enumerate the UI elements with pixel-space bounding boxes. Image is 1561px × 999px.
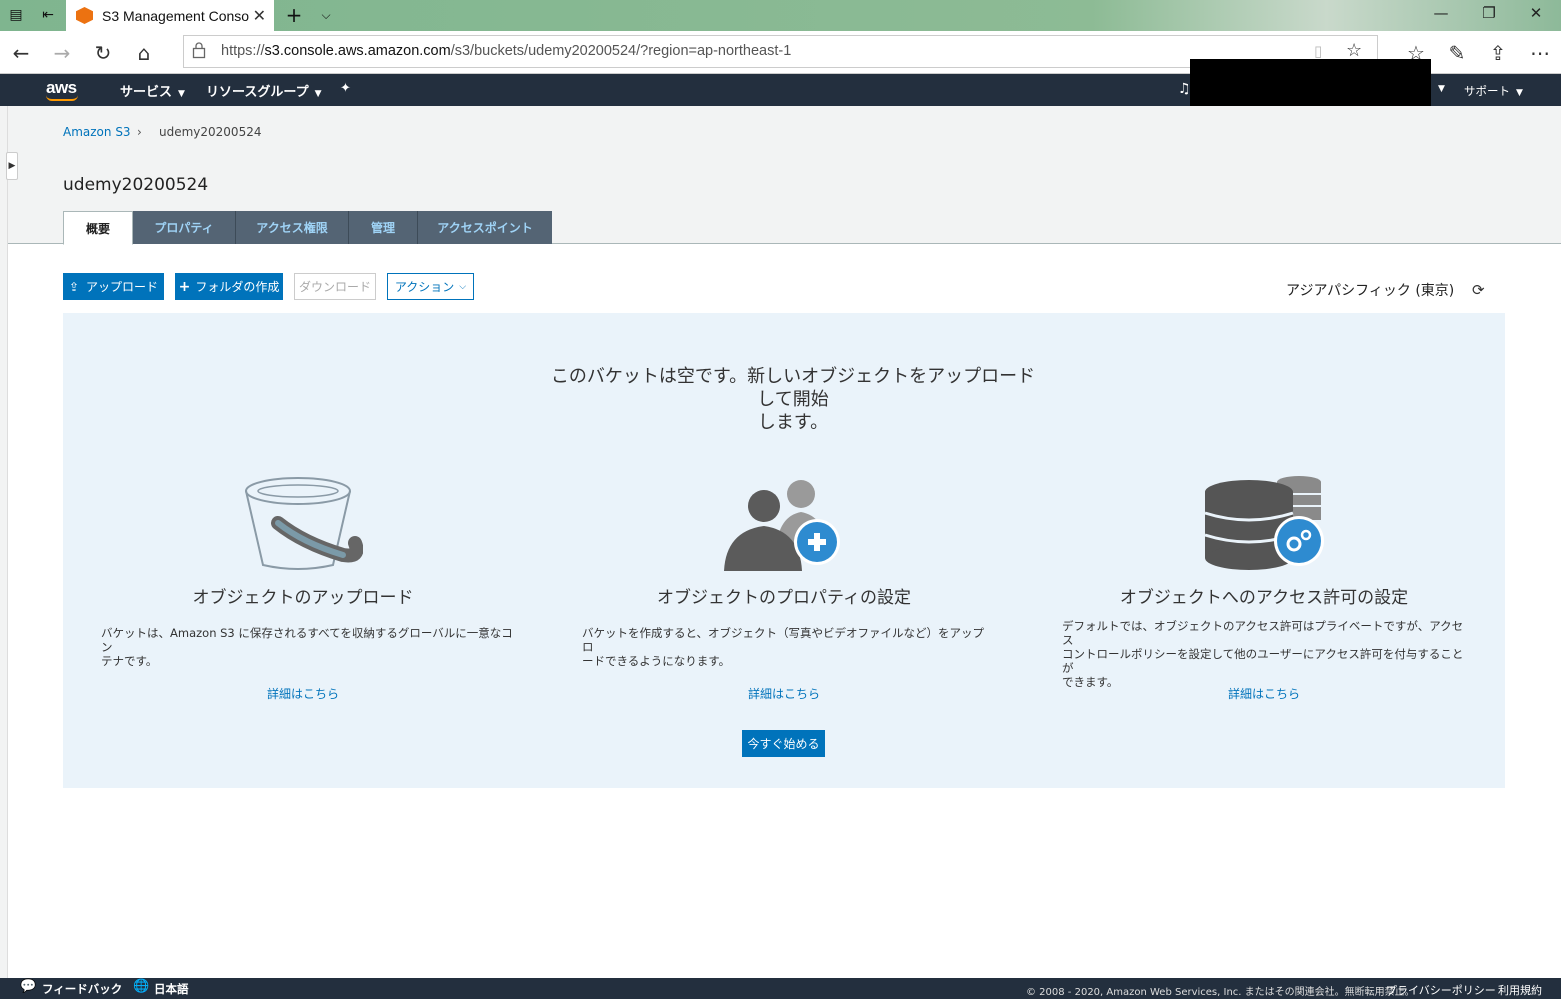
lock-icon	[192, 42, 206, 59]
resource-groups-menu[interactable]: リソースグループ ▼	[206, 81, 322, 100]
tab-list-chevron-icon[interactable]: ⌵	[315, 5, 337, 25]
breadcrumb-chevron-icon: ›	[137, 125, 142, 139]
new-tab-icon[interactable]: +	[283, 3, 305, 27]
desc-line: バケットは、Amazon S3 に保存されるすべてを収納するグローバルに一意なコ…	[101, 626, 513, 654]
account-chevron-icon[interactable]: ▼	[1438, 84, 1445, 94]
desc-line: ードできるようになります。	[582, 654, 731, 668]
copyright-text: © 2008 - 2020, Amazon Web Services, Inc.…	[1026, 987, 1415, 998]
url-text: https://s3.console.aws.amazon.com/s3/buc…	[221, 43, 791, 59]
download-button[interactable]: ダウンロード	[294, 273, 376, 300]
chevron-down-icon: ▼	[178, 89, 185, 99]
card-permissions-title: オブジェクトへのアクセス許可の設定	[1119, 588, 1409, 608]
browser-tab-title: S3 Management Conso	[102, 7, 250, 24]
url-scheme: https://	[221, 43, 265, 59]
left-rail	[0, 106, 8, 978]
back-icon[interactable]: ←	[8, 40, 34, 66]
desc-line: コントロールポリシーを設定して他のユーザーにアクセス許可を付与することが	[1062, 647, 1464, 675]
restore-icon[interactable]: ❐	[1474, 4, 1504, 26]
card-permissions-desc: デフォルトでは、オブジェクトのアクセス許可はプライベートですが、アクセス コント…	[1062, 619, 1474, 689]
headline-line-1: このバケットは空です。新しいオブジェクトをアップロードして開始	[550, 366, 1036, 410]
card-upload-desc: バケットは、Amazon S3 に保存されるすべてを収納するグローバルに一意なコ…	[101, 626, 513, 668]
home-icon[interactable]: ⌂	[131, 40, 157, 66]
bucket-upload-icon	[245, 477, 363, 570]
chevron-down-icon: ▼	[1516, 88, 1523, 98]
actions-label: アクション	[394, 280, 455, 294]
create-folder-button[interactable]: + フォルダの作成	[175, 273, 283, 300]
privacy-policy-link[interactable]: プライバシーポリシー	[1386, 982, 1496, 998]
aws-smile-icon	[46, 95, 78, 101]
support-label: サポート	[1464, 84, 1510, 98]
favorite-star-icon[interactable]: ☆	[1346, 40, 1362, 61]
get-started-button[interactable]: 今すぐ始める	[742, 730, 825, 757]
database-settings-icon	[1204, 476, 1324, 570]
empty-bucket-headline: このバケットは空です。新しいオブジェクトをアップロードして開始 します。	[543, 365, 1043, 434]
services-menu[interactable]: サービス ▼	[120, 81, 185, 100]
console-footer: 💬 フィードバック 🌐 日本語 © 2008 - 2020, Amazon We…	[0, 978, 1561, 999]
chevron-down-icon: ⌵	[459, 281, 467, 292]
tab-actions-icon[interactable]: ▤	[5, 5, 27, 25]
tab-access-points[interactable]: アクセスポイント	[418, 211, 552, 244]
breadcrumb-amazon-s3[interactable]: Amazon S3	[63, 125, 131, 139]
aws-favicon-icon	[76, 7, 93, 24]
tab-overview[interactable]: 概要	[63, 211, 133, 245]
desc-line: テナです。	[101, 654, 158, 668]
support-menu[interactable]: サポート ▼	[1464, 83, 1523, 99]
redacted-account-area	[1190, 59, 1431, 113]
resource-groups-label: リソースグループ	[206, 85, 309, 100]
upload-button[interactable]: ⇪ アップロード	[63, 273, 164, 300]
card-upload-learn-more-link[interactable]: 詳細はこちら	[93, 685, 513, 702]
tab-properties[interactable]: プロパティ	[133, 211, 236, 244]
refresh-list-icon[interactable]: ⟳	[1472, 281, 1485, 299]
upload-icon: ⇪	[68, 279, 80, 294]
empty-bucket-panel: このバケットは空です。新しいオブジェクトをアップロードして開始 します。 オブジ…	[63, 313, 1505, 788]
card-properties-desc: バケットを作成すると、オブジェクト（写真やビデオファイルなど）をアップロ ードで…	[582, 626, 994, 668]
minimize-icon[interactable]: —	[1426, 4, 1456, 26]
browser-tab[interactable]: S3 Management Conso ✕	[66, 0, 274, 31]
plus-icon: +	[178, 278, 191, 295]
close-tab-icon[interactable]: ✕	[253, 6, 266, 25]
tab-management[interactable]: 管理	[349, 211, 418, 244]
feedback-link[interactable]: フィードバック	[42, 981, 122, 997]
browser-titlebar: ▤ ⇤ S3 Management Conso ✕ + ⌵ — ❐ ✕	[0, 0, 1561, 31]
set-tabs-aside-icon[interactable]: ⇤	[37, 5, 59, 25]
share-icon[interactable]: ⇪	[1485, 40, 1511, 66]
card-properties-learn-more-link[interactable]: 詳細はこちら	[574, 685, 994, 702]
bell-icon[interactable]: ♫	[1178, 81, 1191, 97]
card-permissions-learn-more-link[interactable]: 詳細はこちら	[1054, 685, 1474, 702]
forward-icon[interactable]: →	[49, 40, 75, 66]
expand-sidebar-icon[interactable]: ▶	[6, 152, 18, 180]
breadcrumb-current: udemy20200524	[159, 125, 262, 139]
users-add-icon	[724, 480, 840, 571]
window-close-icon[interactable]: ✕	[1521, 4, 1551, 26]
pen-icon[interactable]: ✎	[1444, 40, 1470, 66]
desc-line: バケットを作成すると、オブジェクト（写真やビデオファイルなど）をアップロ	[582, 626, 985, 654]
url-host: s3.console.aws.amazon.com	[264, 43, 451, 59]
more-icon[interactable]: ⋯	[1527, 40, 1553, 66]
services-label: サービス	[120, 85, 173, 100]
headline-line-2: します。	[757, 412, 829, 433]
language-selector[interactable]: 日本語	[154, 981, 189, 997]
chevron-down-icon: ▼	[314, 89, 322, 99]
url-path: /s3/buckets/udemy20200524/?region=ap-nor…	[450, 43, 792, 59]
pin-icon[interactable]: ✦	[340, 81, 351, 96]
upload-label: アップロード	[86, 280, 159, 294]
create-folder-label: フォルダの作成	[195, 280, 280, 294]
refresh-icon[interactable]: ↻	[90, 40, 116, 66]
speech-bubble-icon: 💬	[20, 979, 37, 994]
card-properties-title: オブジェクトのプロパティの設定	[657, 588, 911, 608]
card-upload-title: オブジェクトのアップロード	[192, 588, 414, 608]
globe-icon: 🌐	[133, 979, 150, 994]
actions-dropdown[interactable]: アクション ⌵	[387, 273, 474, 300]
bucket-tabs: 概要 プロパティ アクセス権限 管理 アクセスポイント	[63, 211, 552, 245]
region-label: アジアパシフィック (東京)	[1286, 283, 1455, 299]
page-title: udemy20200524	[63, 175, 209, 195]
tab-permissions[interactable]: アクセス権限	[236, 211, 349, 244]
reading-view-icon[interactable]: ▯	[1314, 42, 1322, 60]
desc-line: デフォルトでは、オブジェクトのアクセス許可はプライベートですが、アクセス	[1062, 619, 1464, 647]
terms-link[interactable]: 利用規約	[1498, 982, 1542, 998]
